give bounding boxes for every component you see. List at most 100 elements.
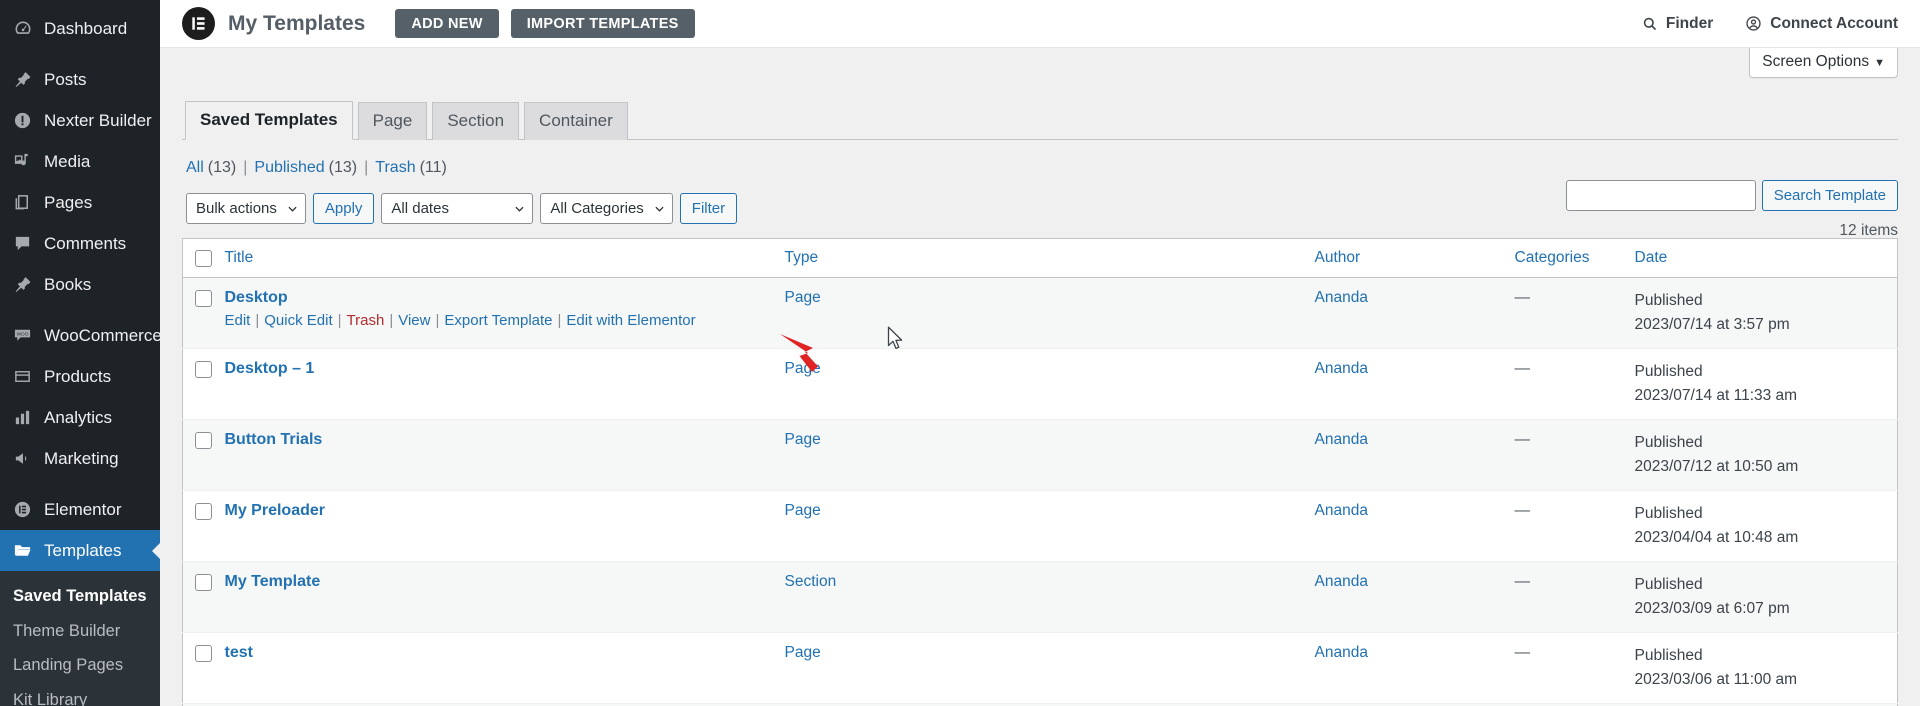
row-actions — [225, 667, 775, 684]
row-action-export-template[interactable]: Export Template — [444, 312, 552, 329]
media-icon — [13, 152, 39, 171]
template-title-link[interactable]: My Preloader — [225, 502, 325, 520]
template-author-link[interactable]: Ananda — [1315, 502, 1368, 519]
table-row: My Preloader Page Ananda — Published 202… — [182, 490, 1898, 562]
template-title-link[interactable]: test — [225, 644, 253, 662]
import-templates-button[interactable]: IMPORT TEMPLATES — [510, 9, 695, 38]
row-type-cell: Page — [784, 632, 1315, 704]
row-date: 2023/07/14 at 3:57 pm — [1634, 316, 1790, 334]
tab-container[interactable]: Container — [524, 102, 628, 141]
megaphone-icon — [13, 449, 39, 468]
filter-link-published[interactable]: Published — [254, 159, 324, 177]
submenu-item-landing-pages[interactable]: Landing Pages — [0, 648, 160, 683]
connect-account-button[interactable]: Connect Account — [1745, 15, 1898, 33]
filter-link-trash[interactable]: Trash — [375, 159, 415, 177]
submenu-item-saved-templates[interactable]: Saved Templates — [0, 579, 160, 614]
template-title-link[interactable]: Desktop — [225, 289, 288, 307]
submenu-item-theme-builder[interactable]: Theme Builder — [0, 614, 160, 649]
screen-options-row: Screen Options ▼ — [160, 48, 1920, 78]
exclamation-circle-icon — [13, 111, 39, 130]
category-filter-select[interactable]: All Categories — [540, 193, 673, 225]
template-title-link[interactable]: Button Trials — [225, 431, 323, 449]
bar-chart-icon — [13, 408, 39, 427]
table-header-row: Title Type Author Categories Date — [182, 238, 1898, 279]
template-type-link[interactable]: Page — [785, 289, 821, 306]
row-status: Published — [1634, 647, 1703, 665]
sidebar-item-nexter-builder[interactable]: Nexter Builder — [0, 100, 160, 141]
template-author-link[interactable]: Ananda — [1315, 573, 1368, 590]
column-header-author[interactable]: Author — [1314, 238, 1515, 279]
row-action-quick-edit[interactable]: Quick Edit — [264, 312, 332, 329]
sidebar-item-templates[interactable]: Templates — [0, 530, 160, 571]
finder-button[interactable]: Finder — [1642, 15, 1713, 33]
sidebar-item-media[interactable]: Media — [0, 141, 160, 182]
filter-button[interactable]: Filter — [679, 193, 738, 225]
template-type-link[interactable]: Page — [785, 360, 821, 377]
screen-options-button[interactable]: Screen Options ▼ — [1749, 48, 1898, 78]
sidebar-item-comments[interactable]: Comments — [0, 223, 160, 264]
table-row: My Template Section Ananda — Published 2… — [182, 561, 1898, 633]
date-filter-select[interactable]: All dates — [381, 193, 534, 225]
apply-button[interactable]: Apply — [312, 193, 375, 225]
row-checkbox[interactable] — [195, 644, 212, 662]
template-author-link[interactable]: Ananda — [1315, 360, 1368, 377]
sidebar-item-woocommerce[interactable]: WOO WooCommerce — [0, 315, 162, 356]
sidebar-item-elementor[interactable]: Elementor — [0, 489, 160, 530]
sidebar-item-posts[interactable]: Posts — [0, 59, 160, 100]
row-checkbox[interactable] — [195, 289, 212, 307]
row-checkbox[interactable] — [195, 431, 212, 449]
template-type-link[interactable]: Page — [785, 644, 821, 661]
row-checkbox[interactable] — [195, 360, 212, 378]
submenu-item-kit-library[interactable]: Kit Library — [0, 683, 160, 706]
sidebar-item-label: Pages — [44, 193, 93, 212]
template-author-link[interactable]: Ananda — [1315, 644, 1368, 661]
sidebar-item-books[interactable]: Books — [0, 264, 160, 305]
tab-section[interactable]: Section — [432, 102, 520, 141]
template-type-link[interactable]: Section — [785, 573, 837, 590]
sidebar-item-pages[interactable]: Pages — [0, 182, 160, 223]
select-all-checkbox[interactable] — [195, 249, 212, 267]
row-title-cell: Desktop Edit | Quick Edit | Trash | View | Expor… — [224, 277, 785, 349]
search-input[interactable] — [1565, 180, 1756, 211]
row-action-edit-with-elementor[interactable]: Edit with Elementor — [566, 312, 695, 329]
filter-link-all[interactable]: All — [186, 159, 204, 177]
user-circle-icon — [1745, 15, 1762, 32]
search-box: Search Template — [1565, 180, 1898, 211]
status-filter-links: All (13) | Published (13) | Trash (11) — [186, 159, 1898, 177]
template-type-link[interactable]: Page — [785, 502, 821, 519]
column-header-type[interactable]: Type — [784, 238, 1315, 279]
search-template-button[interactable]: Search Template — [1761, 180, 1898, 211]
template-type-tabs: Saved Templates Page Section Container — [182, 100, 1898, 141]
tab-page[interactable]: Page — [357, 102, 428, 141]
row-title-cell: test — [224, 632, 785, 704]
row-actions — [225, 383, 775, 400]
sidebar-item-dashboard[interactable]: Dashboard — [0, 8, 160, 49]
add-new-button[interactable]: ADD NEW — [395, 9, 499, 38]
row-categories-cell: — — [1514, 632, 1635, 704]
row-action-view[interactable]: View — [398, 312, 430, 329]
sidebar-item-label: WooCommerce — [44, 326, 162, 345]
sidebar-item-label: Analytics — [44, 408, 113, 427]
row-date-cell: Published 2023/07/14 at 3:57 pm — [1634, 277, 1898, 349]
tab-saved-templates[interactable]: Saved Templates — [185, 101, 353, 141]
template-title-link[interactable]: Desktop – 1 — [225, 360, 315, 378]
column-header-date[interactable]: Date — [1634, 238, 1898, 279]
row-action-trash[interactable]: Trash — [347, 312, 385, 329]
sidebar-item-products[interactable]: Products — [0, 356, 160, 397]
row-action-edit[interactable]: Edit — [225, 312, 251, 329]
screen-options-label: Screen Options — [1762, 53, 1870, 70]
template-type-link[interactable]: Page — [785, 431, 821, 448]
sidebar-item-marketing[interactable]: Marketing — [0, 438, 160, 479]
row-checkbox[interactable] — [195, 573, 212, 591]
row-author-cell: Ananda — [1314, 419, 1515, 491]
column-header-title[interactable]: Title — [224, 238, 785, 279]
sidebar-item-analytics[interactable]: Analytics — [0, 397, 160, 438]
row-title-cell: My Preloader — [224, 490, 785, 562]
bulk-actions-select[interactable]: Bulk actions — [186, 193, 306, 225]
template-author-link[interactable]: Ananda — [1315, 289, 1368, 306]
row-checkbox[interactable] — [195, 502, 212, 520]
row-date: 2023/03/09 at 6:07 pm — [1634, 600, 1790, 618]
template-author-link[interactable]: Ananda — [1315, 431, 1368, 448]
template-title-link[interactable]: My Template — [225, 573, 321, 591]
sidebar-divider — [0, 49, 160, 59]
